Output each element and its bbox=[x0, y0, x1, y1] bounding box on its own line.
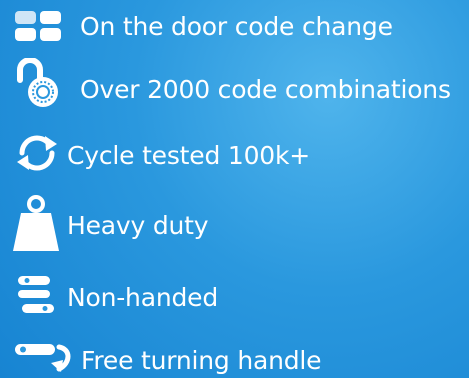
feature-label: Cycle tested 100k+ bbox=[67, 141, 311, 170]
combination-padlock-icon bbox=[12, 58, 70, 110]
feature-item-free-turning-handle: Free turning handle bbox=[0, 335, 469, 378]
turning-handle-icon bbox=[15, 341, 75, 373]
feature-item-code-combinations: Over 2000 code combinations bbox=[0, 55, 469, 115]
feature-label: Non-handed bbox=[67, 283, 218, 312]
feature-item-cycle-tested: Cycle tested 100k+ bbox=[0, 125, 469, 180]
feature-label: Over 2000 code combinations bbox=[80, 75, 451, 104]
feature-list-panel: On the door code change Over 2000 code c… bbox=[0, 0, 469, 378]
reversible-handle-icon bbox=[18, 276, 54, 314]
feature-item-door-code-change: On the door code change bbox=[0, 0, 469, 50]
cycle-arrows-icon bbox=[14, 132, 60, 174]
feature-item-heavy-duty: Heavy duty bbox=[0, 193, 469, 253]
feature-item-non-handed: Non-handed bbox=[0, 268, 469, 323]
feature-label: Free turning handle bbox=[81, 346, 322, 375]
weight-icon bbox=[13, 195, 59, 251]
keypad-icon bbox=[15, 11, 61, 41]
feature-label: Heavy duty bbox=[67, 211, 209, 240]
feature-label: On the door code change bbox=[80, 12, 393, 41]
